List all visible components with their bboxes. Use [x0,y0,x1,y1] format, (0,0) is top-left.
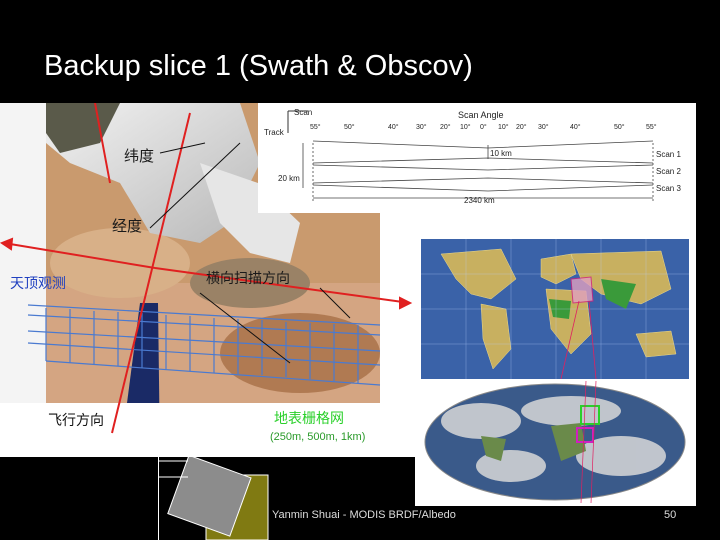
slide-title: Backup slice 1 (Swath & Obscov) [44,50,473,82]
label-latitude: 纬度 [124,148,154,165]
label-nadir: 天顶观测 [10,275,66,291]
svg-text:20°: 20° [516,123,527,131]
scan-label: Scan [294,108,312,117]
svg-text:20°: 20° [440,123,451,131]
svg-text:55°: 55° [310,123,321,131]
svg-text:30°: 30° [416,123,427,131]
scan-swaths [302,140,654,203]
scan-geometry-diagram: Scan Track Scan Angle 55° 50° 40° 30° 20… [258,103,696,213]
label-longitude: 经度 [112,218,142,235]
svg-text:40°: 40° [388,123,399,131]
scan-2-label: Scan 2 [656,167,681,176]
track-label: Track [264,128,285,137]
label-scan-direction: 横向扫描方向 [206,270,290,286]
footer-text: Yanmin Shuai - MODIS BRDF/Albedo [272,509,456,521]
scan-3-label: Scan 3 [656,184,681,193]
label-2340km: 2340 km [464,196,495,205]
scan-angle-label: Scan Angle [458,110,504,120]
footprint-squares-diagram [158,457,270,540]
svg-text:10°: 10° [498,123,509,131]
label-20km: 20 km [278,174,300,183]
world-maps-panel [415,213,696,506]
world-map-oval [421,380,689,504]
svg-text:10°: 10° [460,123,471,131]
svg-text:55°: 55° [646,123,657,131]
scan-1-label: Scan 1 [656,150,681,159]
svg-text:50°: 50° [344,123,355,131]
label-grid-resolution: (250m, 500m, 1km) [270,431,365,443]
svg-text:30°: 30° [538,123,549,131]
svg-text:0°: 0° [480,123,487,131]
world-map-rectangular [421,239,689,380]
label-10km: 10 km [490,149,512,158]
svg-text:40°: 40° [570,123,581,131]
svg-text:50°: 50° [614,123,625,131]
label-grid: 地表栅格网 [274,410,344,426]
label-flight-direction: 飞行方向 [48,412,104,428]
page-number: 50 [664,509,677,521]
angle-ticks: 55° 50° 40° 30° 20° 10° 0° 10° 20° 30° 4… [310,123,657,131]
